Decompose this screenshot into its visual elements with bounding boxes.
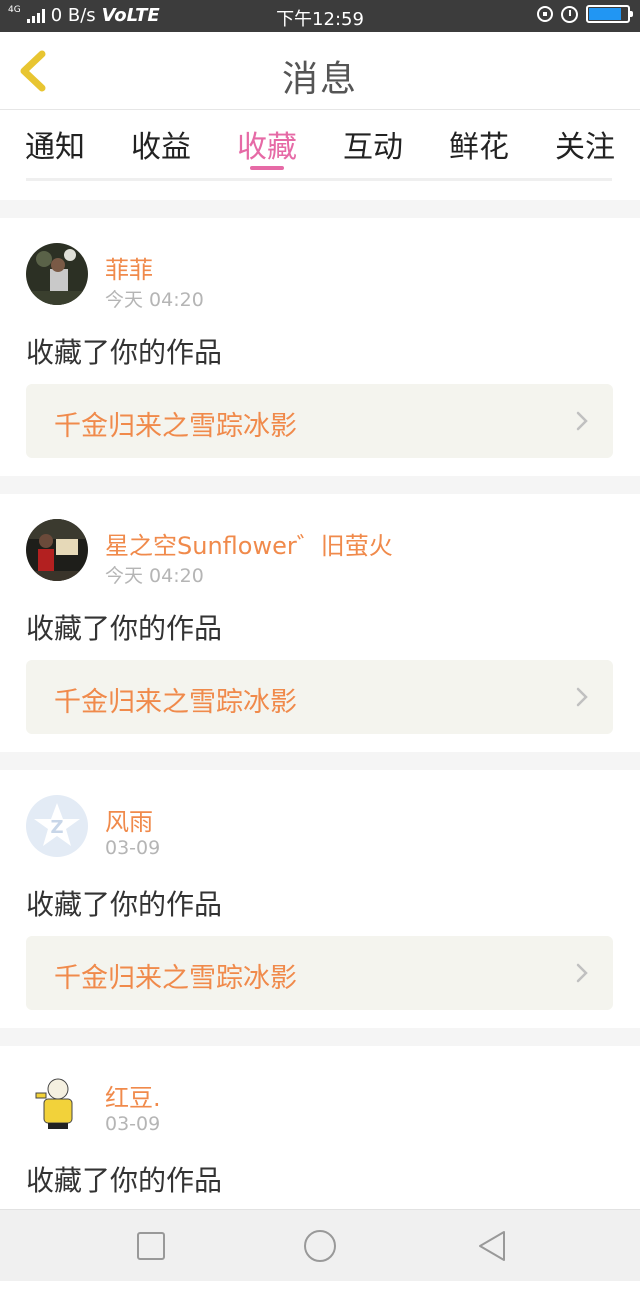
svg-text:Z: Z [50,817,63,838]
tab-flowers[interactable]: 鲜花 [434,122,524,166]
tab-notifications[interactable]: 通知 [10,122,100,166]
status-bar: 4G 0 B/s VoLTE 下午12:59 [0,0,640,32]
battery-level [589,8,622,20]
tab-bar: 通知 收益 收藏 互动 鲜花 关注 [0,110,640,200]
rotation-lock-icon [537,6,553,22]
back-nav-button[interactable] [474,1228,510,1264]
message-card: Z 风雨 03-09 收藏了你的作品 千金归来之雪踪冰影 [0,770,640,1028]
circle-icon [304,1230,336,1262]
work-title: 千金归来之雪踪冰影 [54,687,297,718]
message-card: 星之空Sunflower゛旧萤火 今天 04:20 收藏了你的作品 千金归来之雪… [0,494,640,752]
tab-favorites[interactable]: 收藏 [222,122,312,166]
chevron-right-icon [576,411,588,431]
system-nav-bar [0,1209,640,1281]
chevron-right-icon [576,687,588,707]
work-link[interactable]: 千金归来之雪踪冰影 [26,936,613,1010]
tab-interactions[interactable]: 互动 [328,122,418,166]
message-time: 03-09 [105,837,161,859]
message-time: 03-09 [105,1113,161,1135]
message-action: 收藏了你的作品 [26,612,223,645]
triangle-back-icon [479,1231,505,1261]
work-title: 千金归来之雪踪冰影 [54,963,297,994]
user-name[interactable]: 菲菲 [105,250,153,285]
battery-icon [586,5,633,23]
user-name[interactable]: 红豆. [105,1078,161,1113]
tabs-divider [26,178,612,181]
status-right [537,5,633,23]
tab-follows[interactable]: 关注 [540,122,630,166]
message-action: 收藏了你的作品 [26,336,223,369]
tab-earnings[interactable]: 收益 [116,122,206,166]
work-link[interactable]: 千金归来之雪踪冰影 [26,660,613,734]
avatar[interactable] [26,243,88,305]
message-time: 今天 04:20 [105,565,204,587]
home-button[interactable] [302,1228,338,1264]
message-time: 今天 04:20 [105,289,204,311]
avatar[interactable] [26,1071,88,1133]
work-title: 千金归来之雪踪冰影 [54,411,297,442]
work-link[interactable]: 千金归来之雪踪冰影 [26,384,613,458]
alarm-icon [561,5,578,23]
chevron-right-icon [576,963,588,983]
avatar[interactable] [26,519,88,581]
message-card: 菲菲 今天 04:20 收藏了你的作品 千金归来之雪踪冰影 [0,218,640,476]
active-tab-indicator [250,166,284,170]
user-name[interactable]: 星之空Sunflower゛旧萤火 [105,526,393,561]
page-title: 消息 [281,59,358,100]
square-icon [137,1232,165,1260]
message-action: 收藏了你的作品 [26,1164,223,1197]
header: 消息 [0,32,640,110]
user-name[interactable]: 风雨 [105,802,153,837]
recent-apps-button[interactable] [133,1228,169,1264]
message-action: 收藏了你的作品 [26,888,223,921]
avatar[interactable]: Z [26,795,88,857]
